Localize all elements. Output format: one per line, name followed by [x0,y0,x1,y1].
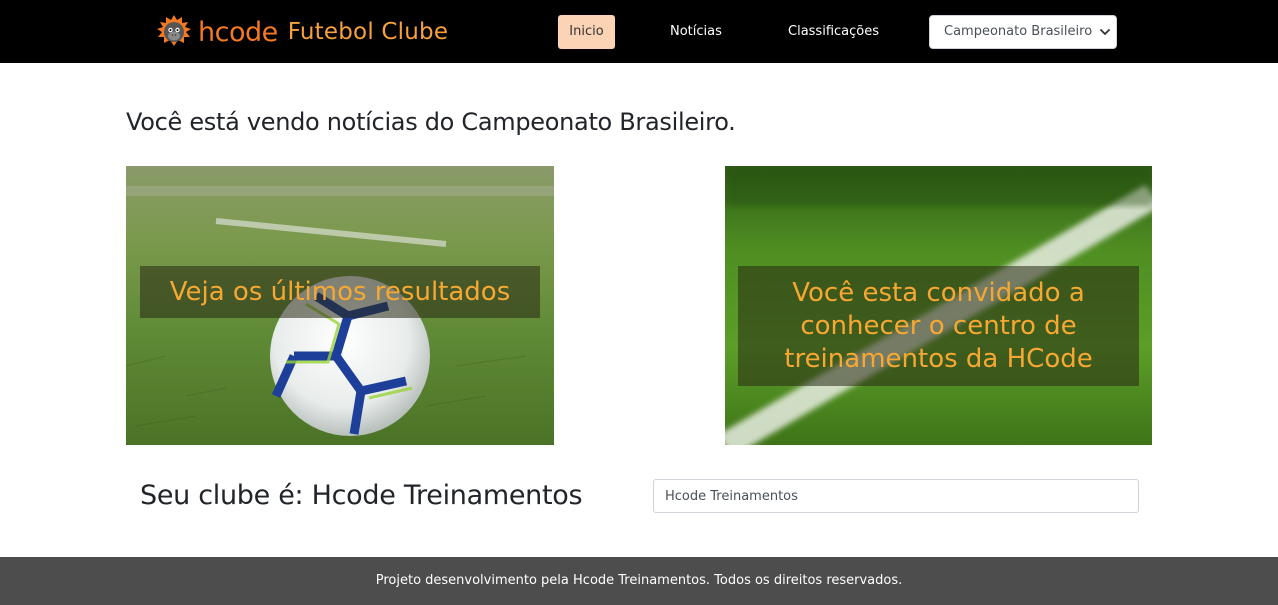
championship-select[interactable]: Campeonato Brasileiro [929,15,1117,49]
news-card-training-center[interactable]: Você esta convidado a conhecer o centro … [725,166,1152,445]
brand-name: hcode [198,16,278,48]
brand[interactable]: hcode Futebol Clube [154,12,448,52]
card-caption: Veja os últimos resultados [140,266,540,318]
footer-text: Projeto desenvolvimento pela Hcode Trein… [375,573,903,588]
brand-subtitle: Futebol Clube [287,19,449,45]
club-title: Seu clube é: Hcode Treinamentos [140,480,583,511]
nav-inicio[interactable]: Inicio [558,15,615,49]
chevron-down-icon [1100,29,1110,35]
card-caption: Você esta convidado a conhecer o centro … [738,266,1139,386]
nav-noticias[interactable]: Notícias [670,15,722,49]
club-name-input[interactable] [653,479,1139,513]
page-heading: Você está vendo notícias do Campeonato B… [126,108,736,136]
navbar: hcode Futebol Clube Inicio Notícias Clas… [0,0,1278,63]
footer: Projeto desenvolvimento pela Hcode Trein… [0,557,1278,605]
monkey-face-icon [157,15,191,46]
nav-classificacoes[interactable]: Classificações [788,15,879,49]
championship-select-value: Campeonato Brasileiro [944,24,1093,39]
news-card-results[interactable]: Veja os últimos resultados [126,166,554,445]
